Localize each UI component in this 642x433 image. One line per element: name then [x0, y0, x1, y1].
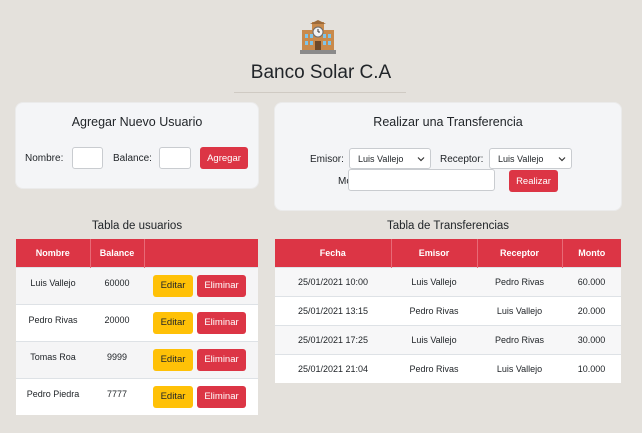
transfer-receiver: Pedro Rivas — [477, 324, 562, 354]
transfer-button[interactable]: Realizar — [509, 170, 558, 192]
user-balance: 9999 — [90, 340, 144, 378]
users-table: Nombre Balance Luis Vallejo 60000 Editar… — [16, 239, 258, 415]
transfer-amount: 30.000 — [562, 324, 621, 354]
balance-label: Balance: — [113, 153, 152, 164]
table-row: 25/01/2021 21:04 Pedro Rivas Luis Vallej… — [275, 353, 621, 383]
edit-button[interactable]: Editar — [153, 385, 193, 408]
receiver-label: Receptor: — [440, 154, 484, 165]
user-balance: 7777 — [90, 377, 144, 415]
table-row: 25/01/2021 10:00 Luis Vallejo Pedro Riva… — [275, 266, 621, 296]
transfer-title: Realizar una Transferencia — [373, 115, 523, 129]
table-row: Pedro Rivas 20000 Editar Eliminar — [16, 303, 258, 341]
chevron-down-icon — [417, 157, 425, 162]
new-user-title: Agregar Nuevo Usuario — [71, 115, 203, 129]
transfer-date: 25/01/2021 17:25 — [275, 324, 391, 354]
transfer-amount: 10.000 — [562, 353, 621, 383]
delete-button[interactable]: Eliminar — [197, 348, 246, 371]
transfer-sender: Pedro Rivas — [391, 295, 477, 325]
chevron-down-icon — [558, 157, 566, 162]
transfer-receiver: Luis Vallejo — [477, 295, 562, 325]
delete-button[interactable]: Eliminar — [197, 385, 246, 408]
transfers-table: Fecha Emisor Receptor Monto 25/01/2021 1… — [275, 239, 621, 383]
transfer-date: 25/01/2021 13:15 — [275, 295, 391, 325]
new-user-card: Agregar Nuevo Usuario Nombre: Balance: A… — [16, 103, 258, 188]
column-header-balance: Balance — [90, 239, 145, 267]
table-row: Tomas Roa 9999 Editar Eliminar — [16, 340, 258, 378]
user-balance: 60000 — [90, 266, 144, 304]
sender-select[interactable]: Luis Vallejo — [349, 148, 431, 169]
user-name: Pedro Rivas — [16, 303, 90, 341]
transfer-sender: Pedro Rivas — [391, 353, 477, 383]
transfer-date: 25/01/2021 10:00 — [275, 266, 391, 296]
edit-button[interactable]: Editar — [153, 311, 193, 334]
row-actions: Editar Eliminar — [144, 303, 258, 341]
transfer-card: Realizar una Transferencia Emisor: Luis … — [275, 103, 621, 210]
users-table-title: Tabla de usuarios — [91, 220, 183, 232]
delete-button[interactable]: Eliminar — [197, 311, 246, 334]
add-user-button[interactable]: Agregar — [200, 147, 248, 169]
row-actions: Editar Eliminar — [144, 266, 258, 304]
receiver-selected-value: Luis Vallejo — [498, 153, 544, 164]
name-label: Nombre: — [25, 153, 64, 164]
row-actions: Editar Eliminar — [144, 377, 258, 415]
user-balance: 20000 — [90, 303, 144, 341]
table-row: 25/01/2021 13:15 Pedro Rivas Luis Vallej… — [275, 295, 621, 325]
column-header-monto: Monto — [562, 239, 621, 267]
table-row: Luis Vallejo 60000 Editar Eliminar — [16, 266, 258, 304]
page-title: Banco Solar C.A — [250, 62, 392, 83]
bank-building-icon — [300, 20, 336, 54]
receiver-select[interactable]: Luis Vallejo — [489, 148, 572, 169]
transfers-table-header: Fecha Emisor Receptor Monto — [275, 239, 621, 267]
balance-input[interactable] — [159, 147, 191, 169]
sender-selected-value: Luis Vallejo — [358, 153, 404, 164]
users-table-header: Nombre Balance — [16, 239, 258, 267]
user-name: Tomas Roa — [16, 340, 90, 378]
transfers-table-title: Tabla de Transferencias — [386, 220, 510, 232]
delete-button[interactable]: Eliminar — [197, 274, 246, 297]
user-name: Luis Vallejo — [16, 266, 90, 304]
transfer-date: 25/01/2021 21:04 — [275, 353, 391, 383]
transfer-amount: 60.000 — [562, 266, 621, 296]
edit-button[interactable]: Editar — [153, 274, 193, 297]
transfer-sender: Luis Vallejo — [391, 324, 477, 354]
title-divider — [234, 92, 406, 93]
column-header-actions — [144, 239, 258, 267]
amount-input[interactable] — [348, 169, 495, 191]
user-name: Pedro Piedra — [16, 377, 90, 415]
name-input[interactable] — [72, 147, 103, 169]
row-actions: Editar Eliminar — [144, 340, 258, 378]
table-row: Pedro Piedra 7777 Editar Eliminar — [16, 377, 258, 415]
table-row: 25/01/2021 17:25 Luis Vallejo Pedro Riva… — [275, 324, 621, 354]
edit-button[interactable]: Editar — [153, 348, 193, 371]
transfer-sender: Luis Vallejo — [391, 266, 477, 296]
column-header-emisor: Emisor — [391, 239, 478, 267]
sender-label: Emisor: — [310, 154, 344, 165]
transfer-receiver: Luis Vallejo — [477, 353, 562, 383]
transfer-amount: 20.000 — [562, 295, 621, 325]
column-header-receptor: Receptor — [477, 239, 563, 267]
column-header-nombre: Nombre — [16, 239, 91, 267]
transfer-receiver: Pedro Rivas — [477, 266, 562, 296]
column-header-fecha: Fecha — [275, 239, 392, 267]
